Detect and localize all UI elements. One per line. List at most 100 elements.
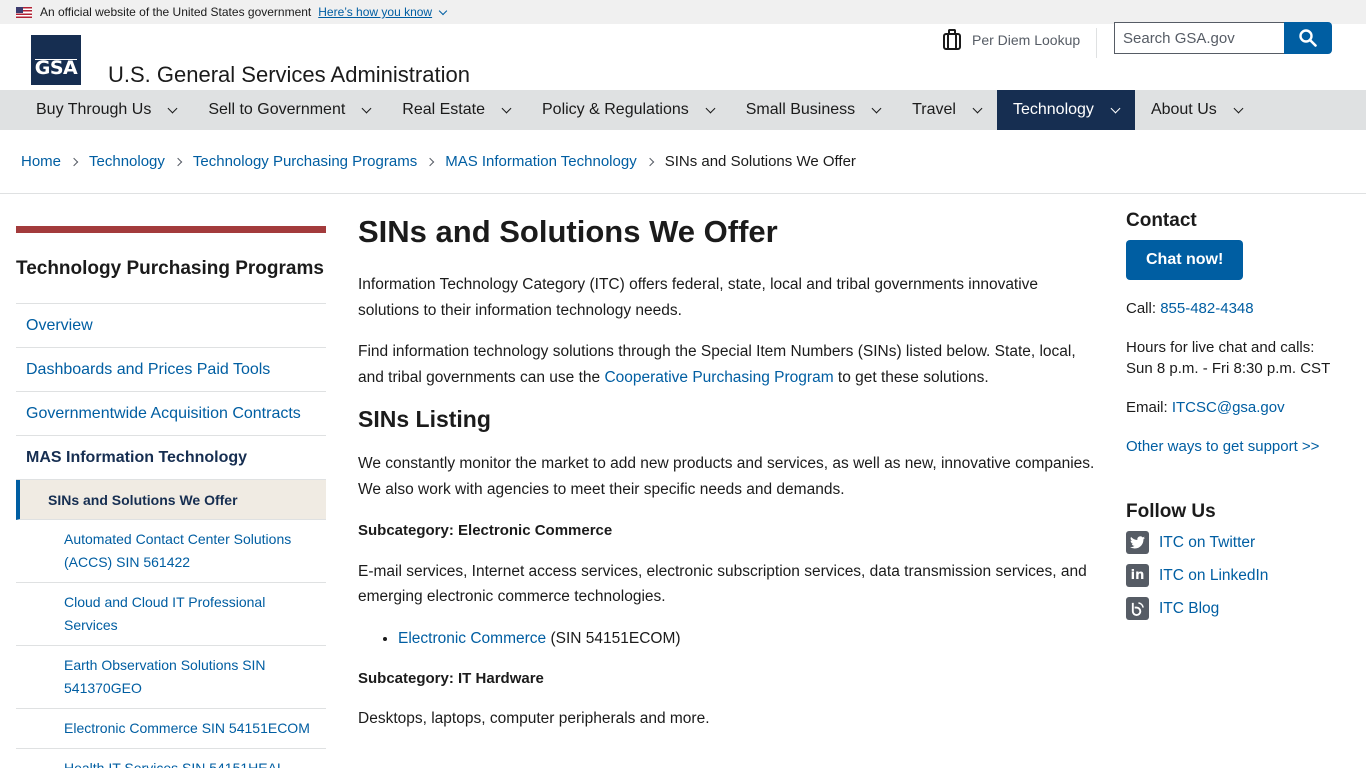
hours-value: Sun 8 p.m. - Fri 8:30 p.m. CST bbox=[1126, 360, 1331, 377]
chevron-down-icon bbox=[1233, 103, 1244, 113]
main-content: SINs and Solutions We Offer Information … bbox=[358, 214, 1098, 748]
breadcrumb-home[interactable]: Home bbox=[21, 153, 61, 170]
gov-banner-text: An official website of the United States… bbox=[40, 5, 312, 19]
sidenav-item-current[interactable]: SINs and Solutions We Offer bbox=[16, 480, 326, 520]
sidenav-sub-cloud[interactable]: Cloud and Cloud IT Professional Services bbox=[16, 583, 326, 646]
nav-label: About Us bbox=[1150, 101, 1217, 118]
nav-real-estate[interactable]: Real Estate bbox=[386, 90, 526, 130]
chat-now-button[interactable]: Chat now! bbox=[1126, 240, 1244, 280]
chevron-down-icon bbox=[871, 103, 882, 113]
per-diem-lookup-link[interactable]: Per Diem Lookup bbox=[942, 26, 1080, 54]
nav-label: Sell to Government bbox=[208, 101, 346, 118]
chevron-right-icon bbox=[425, 157, 435, 166]
hours-label: Hours for live chat and calls: bbox=[1126, 339, 1315, 356]
nav-sell-to-government[interactable]: Sell to Government bbox=[192, 90, 386, 130]
nav-label: Policy & Regulations bbox=[542, 101, 689, 118]
chevron-right-icon bbox=[69, 157, 79, 166]
sidenav-sub-accs[interactable]: Automated Contact Center Solutions (ACCS… bbox=[16, 520, 326, 583]
social-twitter[interactable]: ITC on Twitter bbox=[1126, 531, 1356, 554]
sidenav-item-dashboards[interactable]: Dashboards and Prices Paid Tools bbox=[16, 348, 326, 392]
email-link[interactable]: ITCSC@gsa.gov bbox=[1172, 399, 1285, 416]
phone-link[interactable]: 855-482-4348 bbox=[1160, 300, 1253, 317]
breadcrumb-current: SINs and Solutions We Offer bbox=[664, 153, 856, 170]
us-flag-icon bbox=[16, 6, 32, 18]
sidenav-item-mas-it[interactable]: MAS Information Technology bbox=[16, 436, 326, 480]
find-paragraph: Find information technology solutions th… bbox=[358, 339, 1098, 390]
list-item: Electronic Commerce (SIN 54151ECOM) bbox=[398, 626, 1098, 651]
breadcrumb-technology[interactable]: Technology bbox=[89, 153, 165, 170]
hours-line: Hours for live chat and calls: Sun 8 p.m.… bbox=[1126, 337, 1356, 379]
sidenav-item-gwacs[interactable]: Governmentwide Acquisition Contracts bbox=[16, 392, 326, 436]
sidenav-item-overview[interactable]: Overview bbox=[16, 304, 326, 348]
find-text-post: to get these solutions. bbox=[833, 368, 989, 386]
chevron-down-icon bbox=[438, 6, 448, 15]
sidenav-accent-bar bbox=[16, 226, 326, 233]
search-form bbox=[1114, 22, 1332, 54]
social-blog[interactable]: ITC Blog bbox=[1126, 597, 1356, 620]
sins-listing-heading: SINs Listing bbox=[358, 406, 491, 432]
blog-icon bbox=[1126, 597, 1149, 620]
gov-banner: An official website of the United States… bbox=[0, 0, 1366, 24]
subcategory-description: E-mail services, Internet access service… bbox=[358, 562, 1087, 606]
site-header: GSA U.S. General Services Administration… bbox=[0, 22, 1366, 90]
nav-buy-through-us[interactable]: Buy Through Us bbox=[20, 90, 192, 130]
chevron-down-icon bbox=[167, 103, 178, 113]
chevron-right-icon bbox=[645, 157, 654, 166]
search-button[interactable] bbox=[1284, 22, 1332, 54]
sin-code: (SIN 54151ECOM) bbox=[546, 629, 681, 647]
electronic-commerce-link[interactable]: Electronic Commerce bbox=[398, 630, 546, 647]
other-support-line: Other ways to get support >> bbox=[1126, 436, 1356, 457]
search-icon bbox=[1299, 29, 1317, 47]
sidenav-title: Technology Purchasing Programs bbox=[16, 233, 326, 304]
site-title[interactable]: U.S. General Services Administration bbox=[108, 62, 470, 88]
cooperative-purchasing-link[interactable]: Cooperative Purchasing Program bbox=[604, 369, 833, 386]
linkedin-icon: in bbox=[1126, 564, 1149, 587]
heres-how-you-know-label: Here’s how you know bbox=[318, 5, 433, 19]
breadcrumb: Home Technology Technology Purchasing Pr… bbox=[0, 130, 1366, 194]
nav-about-us[interactable]: About Us bbox=[1135, 90, 1258, 130]
nav-travel[interactable]: Travel bbox=[896, 90, 997, 130]
per-diem-label: Per Diem Lookup bbox=[972, 32, 1081, 48]
linkedin-link[interactable]: ITC on LinkedIn bbox=[1159, 567, 1268, 585]
chevron-down-icon bbox=[1110, 103, 1121, 113]
subcategory-heading: Subcategory: Electronic Commerce bbox=[358, 522, 613, 539]
sidenav-sub-earth-observation[interactable]: Earth Observation Solutions SIN 541370GE… bbox=[16, 646, 326, 709]
chevron-down-icon bbox=[501, 103, 512, 113]
follow-us: Follow Us ITC on Twitter in ITC on Linke… bbox=[1126, 501, 1356, 620]
main-nav: Buy Through Us Sell to Government Real E… bbox=[0, 90, 1366, 130]
nav-label: Buy Through Us bbox=[36, 101, 152, 118]
sin-list: Electronic Commerce (SIN 54151ECOM) bbox=[398, 626, 1098, 651]
breadcrumb-mas-information-technology[interactable]: MAS Information Technology bbox=[445, 153, 637, 170]
nav-label: Real Estate bbox=[402, 101, 485, 118]
gsa-logo[interactable]: GSA bbox=[31, 35, 81, 85]
sidenav-sub-electronic-commerce[interactable]: Electronic Commerce SIN 54151ECOM bbox=[16, 709, 326, 749]
page-title: SINs and Solutions We Offer bbox=[358, 214, 778, 249]
breadcrumb-technology-purchasing-programs[interactable]: Technology Purchasing Programs bbox=[193, 153, 417, 170]
email-label: Email: bbox=[1126, 399, 1172, 416]
nav-policy-regulations[interactable]: Policy & Regulations bbox=[526, 90, 730, 130]
logo-text: GSA bbox=[34, 57, 78, 79]
sidenav-sub-health-it[interactable]: Health IT Services SIN 54151HEAL bbox=[16, 749, 326, 768]
follow-heading: Follow Us bbox=[1126, 501, 1216, 522]
call-line: Call: 855-482-4348 bbox=[1126, 298, 1356, 319]
subcategory-heading: Subcategory: IT Hardware bbox=[358, 669, 544, 687]
subcategory-description: Desktops, laptops, computer peripherals … bbox=[358, 710, 710, 727]
nav-small-business[interactable]: Small Business bbox=[730, 90, 896, 130]
suitcase-icon bbox=[942, 29, 962, 51]
contact-panel: Contact Chat now! Call: 855-482-4348 Hou… bbox=[1126, 210, 1356, 630]
twitter-link[interactable]: ITC on Twitter bbox=[1159, 534, 1255, 552]
heres-how-you-know-link[interactable]: Here’s how you know bbox=[318, 5, 448, 19]
contact-heading: Contact bbox=[1126, 210, 1197, 231]
search-input[interactable] bbox=[1114, 22, 1284, 54]
social-linkedin[interactable]: in ITC on LinkedIn bbox=[1126, 564, 1356, 587]
nav-label: Travel bbox=[912, 101, 956, 118]
nav-technology[interactable]: Technology bbox=[996, 90, 1135, 130]
email-line: Email: ITCSC@gsa.gov bbox=[1126, 397, 1356, 418]
chevron-right-icon bbox=[173, 157, 183, 166]
blog-link[interactable]: ITC Blog bbox=[1159, 600, 1219, 618]
other-support-link[interactable]: Other ways to get support >> bbox=[1126, 438, 1319, 455]
sidenav: Technology Purchasing Programs Overview … bbox=[16, 226, 326, 768]
call-label: Call: bbox=[1126, 300, 1161, 317]
twitter-icon bbox=[1126, 531, 1149, 554]
nav-label: Technology bbox=[1012, 101, 1094, 118]
